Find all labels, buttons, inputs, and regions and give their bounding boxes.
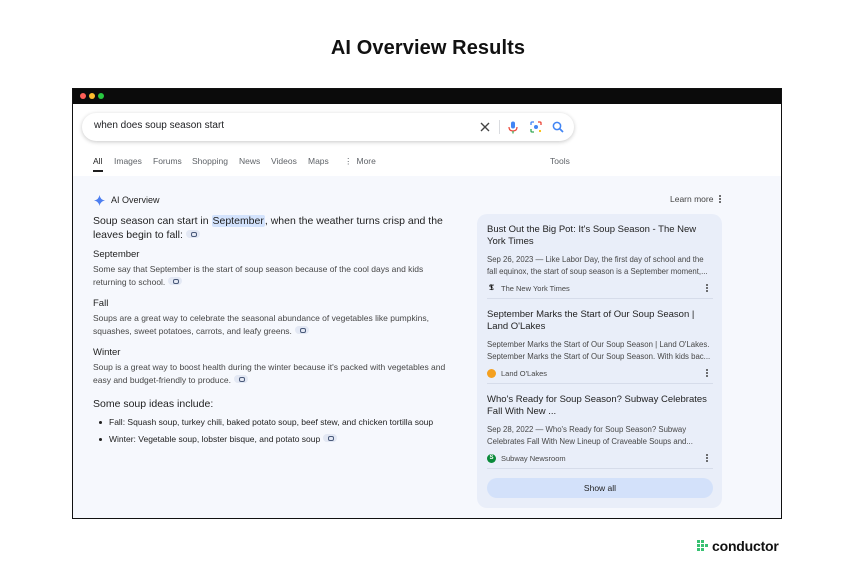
link-icon[interactable] [168,277,183,286]
tab-more[interactable]: ⋮ More [344,156,376,167]
tab-images[interactable]: Images [114,156,142,166]
section-title-fall: Fall [93,298,109,309]
tab-maps[interactable]: Maps [308,156,329,166]
source-menu-icon[interactable] [706,368,709,378]
gemini-sparkle-icon [94,194,105,206]
conductor-mark-icon [697,540,708,551]
section-body-september: Some say that September is the start of … [93,263,453,288]
divider [487,383,713,384]
source-snippet: September Marks the Start of Our Soup Se… [487,340,711,361]
section-text: Soups are a great way to celebrate the s… [93,313,429,336]
section-body-fall: Soups are a great way to celebrate the s… [93,312,453,337]
source-site: S Subway Newsroom [487,453,713,463]
link-icon[interactable] [185,230,200,239]
link-icon[interactable] [323,434,338,443]
lede-text-start: Soup season can start in [93,215,212,227]
sources-panel: Bust Out the Big Pot: It's Soup Season -… [477,214,722,508]
browser-window: when does soup season start All Images F… [72,88,782,519]
source-site-name: Land O'Lakes [501,368,548,378]
list-item: Fall: Squash soup, turkey chili, baked p… [93,416,453,429]
source-title[interactable]: Who's Ready for Soup Season? Subway Cele… [487,394,713,418]
tab-all[interactable]: All [93,156,102,166]
section-text: Some say that September is the start of … [93,264,424,287]
subway-logo-icon: S [487,453,496,463]
source-snippet: Sep 28, 2022 — Who's Ready for Soup Seas… [487,425,693,446]
source-site: Land O'Lakes [487,368,713,378]
ai-overview-lede: Soup season can start in September, when… [93,214,453,242]
nyt-logo-icon: 𝕿 [489,283,494,292]
maximize-window-dot[interactable] [98,93,104,99]
tools-button[interactable]: Tools [550,156,570,166]
camera-lens-icon[interactable] [528,119,544,135]
source-snippet: Sep 26, 2023 — Like Labor Day, the first… [487,255,708,276]
close-icon[interactable] [477,119,493,135]
source-menu-icon[interactable] [706,453,709,463]
window-titlebar [73,89,781,104]
conductor-logo: conductor [697,537,779,555]
microphone-icon[interactable] [505,119,521,135]
search-divider [499,120,500,134]
more-kebab-icon: ⋮ [344,156,353,166]
source-site-name: The New York Times [501,283,570,293]
page: AI Overview Results when does soup seaso… [0,0,856,585]
idea-text: Fall: Squash soup, turkey chili, baked p… [109,417,434,427]
divider [487,298,713,299]
source-site-name: Subway Newsroom [501,453,566,463]
source-site: 𝕿 The New York Times [487,283,713,293]
active-tab-indicator [93,170,103,172]
section-body-winter: Soup is a great way to boost health duri… [93,361,453,386]
link-icon[interactable] [294,326,309,335]
brand-name: conductor [712,538,779,554]
search-icon[interactable] [550,119,566,135]
source-card[interactable]: Bust Out the Big Pot: It's Soup Season -… [487,224,713,293]
close-window-dot[interactable] [80,93,86,99]
list-item: Winter: Vegetable soup, lobster bisque, … [93,433,453,446]
page-title: AI Overview Results [330,37,526,59]
minimize-window-dot[interactable] [89,93,95,99]
tab-videos[interactable]: Videos [271,156,297,166]
source-title[interactable]: September Marks the Start of Our Soup Se… [487,309,713,333]
tab-shopping[interactable]: Shopping [192,156,228,166]
search-tabs: All Images Forums Shopping News Videos M… [93,156,573,170]
learn-more-link[interactable]: Learn more [670,194,713,204]
ai-overview-header: AI Overview [94,193,160,207]
source-title[interactable]: Bust Out the Big Pot: It's Soup Season -… [487,224,713,248]
section-title-september: September [93,249,140,260]
section-title-winter: Winter [93,347,121,358]
ideas-list: Fall: Squash soup, turkey chili, baked p… [93,416,453,449]
tab-more-label: More [356,156,376,166]
ai-overview-label: AI Overview [111,195,160,205]
divider [487,468,713,469]
land-olakes-logo-icon [487,368,496,378]
tab-forums[interactable]: Forums [153,156,182,166]
source-card[interactable]: Who's Ready for Soup Season? Subway Cele… [487,394,713,463]
source-card[interactable]: September Marks the Start of Our Soup Se… [487,309,713,378]
lede-highlight: September [211,215,265,227]
ai-overview-menu-icon[interactable] [719,194,722,204]
show-all-button[interactable]: Show all [487,478,713,498]
idea-text: Winter: Vegetable soup, lobster bisque, … [109,433,321,444]
source-menu-icon[interactable] [706,283,709,293]
section-text: Soup is a great way to boost health duri… [93,362,446,385]
search-box[interactable]: when does soup season start [82,113,574,141]
link-icon[interactable] [233,375,248,384]
search-input[interactable]: when does soup season start [94,120,224,131]
ideas-title: Some soup ideas include: [93,398,214,410]
tab-news[interactable]: News [239,156,260,166]
